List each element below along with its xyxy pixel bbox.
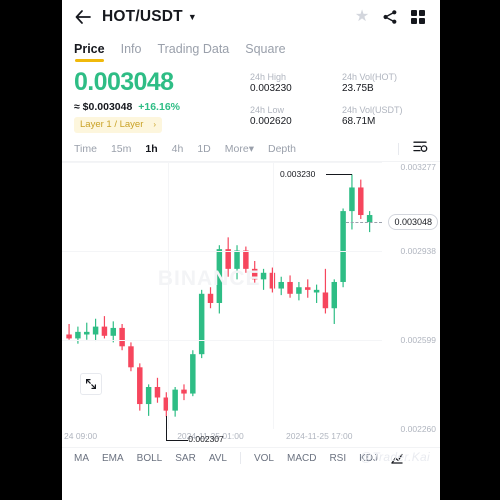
current-price-line — [346, 221, 382, 223]
stat-value: 68.71M — [342, 115, 376, 127]
tf-time[interactable]: Time — [74, 143, 97, 155]
back-arrow-icon[interactable] — [72, 6, 94, 28]
letterbox-left — [0, 0, 62, 500]
last-price: 0.003048 — [74, 68, 174, 96]
time-axis: 24 09:00 2024-11-25 01:00 2024-11-25 17:00 — [62, 429, 440, 447]
low-annotation-label: 0.002307 — [188, 434, 224, 445]
stat-value: 23.75B — [342, 83, 374, 94]
screenshot-root: HOT/USDT ▼ ★ Price Info Trading Data Squ… — [0, 0, 500, 500]
high-annotation-line — [325, 174, 352, 176]
pair-title[interactable]: HOT/USDT — [102, 8, 183, 26]
gridline-horizontal — [62, 339, 382, 341]
stat-24h-low: 24h Low 0.002620 — [250, 105, 336, 133]
tf-more-label: More — [224, 142, 249, 155]
price-axis-tick: 0.002599 — [400, 334, 436, 345]
star-glyph: ★ — [354, 8, 370, 25]
gridline-vertical — [273, 161, 275, 429]
price-axis: 0.0032770.0029380.0025990.0022600.003048 — [380, 161, 436, 434]
chevron-down-icon[interactable]: ▼ — [188, 12, 197, 22]
gridline-horizontal — [62, 161, 382, 163]
share-icon[interactable] — [378, 5, 402, 29]
price-axis-tick: 0.002938 — [400, 245, 436, 256]
tf-4h[interactable]: 4h — [172, 143, 184, 155]
current-price-label: 0.003048 — [388, 213, 438, 230]
candle-series — [66, 174, 373, 417]
stat-label: 24h Vol(HOT) — [342, 72, 398, 82]
gridline-vertical — [167, 161, 169, 429]
category-tag[interactable]: Layer 1 / Layer › — [74, 116, 163, 133]
price-approx-row: ≈ $0.003048 +16.16% — [74, 101, 250, 113]
section-tabs: Price Info Trading Data Square — [62, 34, 440, 62]
tf-more[interactable]: More▾ — [225, 143, 254, 155]
time-axis-tick: 2024-11-25 17:00 — [286, 430, 353, 441]
indicator-ma[interactable]: MA — [74, 453, 89, 464]
tab-info[interactable]: Info — [121, 42, 142, 62]
low-annotation-line — [166, 440, 189, 442]
indicator-sar[interactable]: SAR — [175, 453, 196, 464]
chart-settings-icon[interactable] — [413, 140, 428, 158]
indicator-divider — [239, 452, 241, 465]
tab-trading-data[interactable]: Trading Data — [157, 42, 229, 62]
chevron-right-icon: › — [153, 120, 157, 130]
stat-24h-vol-hot: 24h Vol(HOT) 23.75B — [342, 72, 428, 100]
price-approx-usd: ≈ $0.003048 — [74, 100, 133, 113]
indicator-boll[interactable]: BOLL — [137, 453, 163, 464]
stats-grid: 24h High 0.003230 24h Vol(HOT) 23.75B 24… — [250, 68, 428, 133]
indicator-vol[interactable]: VOL — [254, 453, 274, 464]
category-tag-label: Layer 1 / Layer — [80, 119, 144, 131]
app-header: HOT/USDT ▼ ★ — [62, 0, 440, 34]
tf-1d[interactable]: 1D — [197, 143, 210, 155]
chevron-down-icon: ▾ — [248, 142, 254, 155]
fullscreen-icon[interactable] — [80, 372, 102, 395]
price-change-pct: +16.16% — [138, 100, 180, 113]
tab-price[interactable]: Price — [74, 42, 105, 62]
letterbox-right — [440, 0, 500, 500]
stat-label: 24h Low — [250, 104, 285, 115]
grid-menu-icon[interactable] — [406, 5, 430, 29]
tab-square[interactable]: Square — [245, 42, 285, 62]
binance-app-window: HOT/USDT ▼ ★ Price Info Trading Data Squ… — [62, 0, 440, 500]
high-annotation-label: 0.003230 — [279, 169, 316, 180]
price-summary: 0.003048 ≈ $0.003048 +16.16% Layer 1 / L… — [62, 62, 440, 137]
price-block: 0.003048 ≈ $0.003048 +16.16% Layer 1 / L… — [74, 68, 250, 133]
grid-glyph — [410, 9, 426, 25]
time-axis-tick: 24 09:00 — [64, 430, 98, 441]
chart-toolbar: Time 15m 1h 4h 1D More▾ Depth — [62, 137, 440, 161]
tf-1h[interactable]: 1h — [145, 143, 157, 155]
low-annotation-stem — [166, 416, 168, 441]
tf-15m[interactable]: 15m — [111, 143, 131, 155]
gridline-horizontal — [62, 250, 382, 252]
tf-depth[interactable]: Depth — [268, 143, 296, 155]
stat-value: 0.002620 — [250, 115, 292, 127]
binance-watermark: BINANCE — [157, 267, 261, 291]
price-axis-tick: 0.003277 — [400, 161, 436, 172]
indicator-avl[interactable]: AVL — [209, 453, 227, 464]
star-icon[interactable]: ★ — [350, 5, 374, 29]
indicator-rsi[interactable]: RSI — [329, 453, 346, 464]
indicator-bar: @Trader.Kai MA EMA BOLL SAR AVL VOL MACD RSI KDJ — [62, 446, 440, 469]
stat-24h-vol-usdt: 24h Vol(USDT) 68.71M — [342, 105, 428, 133]
indicator-ema[interactable]: EMA — [102, 453, 124, 464]
stat-label: 24h High — [250, 72, 287, 82]
stat-value: 0.003230 — [250, 83, 292, 94]
indicator-macd[interactable]: MACD — [287, 453, 316, 464]
stat-24h-high: 24h High 0.003230 — [250, 72, 336, 100]
chart-plot-area[interactable]: BINANCE — [62, 161, 382, 429]
toolbar-divider — [398, 142, 399, 155]
candlestick-chart[interactable]: BINANCE 0.003277 0.002938 0.002599 0.002260… — [62, 160, 440, 447]
author-watermark: @Trader.Kai — [359, 449, 430, 464]
stat-label: 24h Vol(USDT) — [342, 104, 403, 115]
